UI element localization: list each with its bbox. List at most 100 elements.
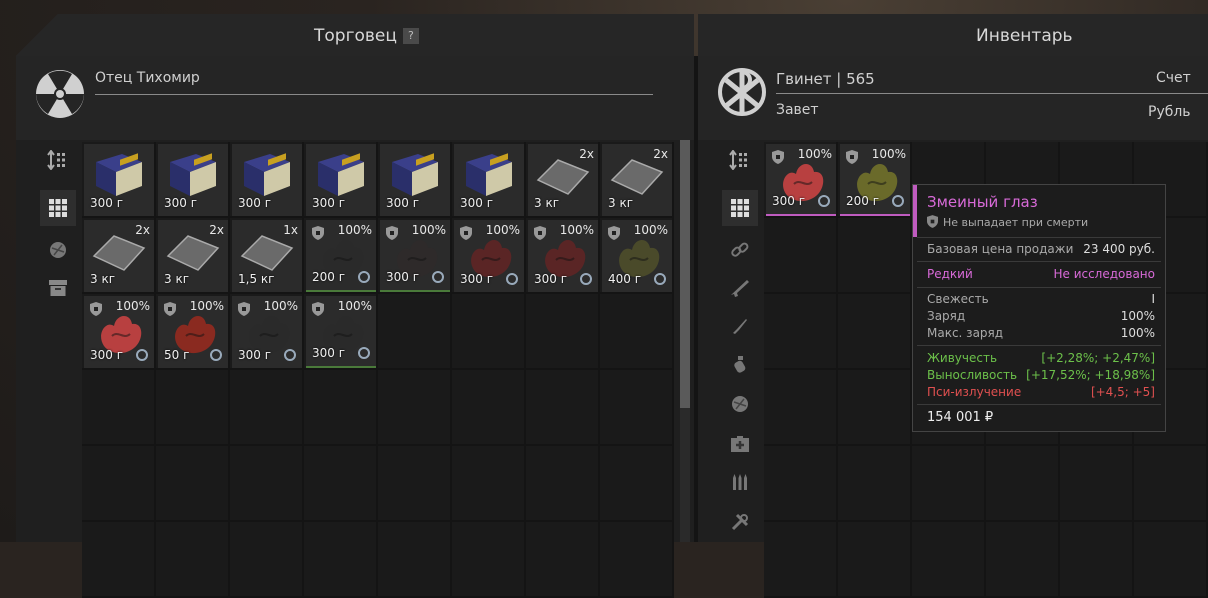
inventory-item[interactable]: 300 г [306, 144, 376, 216]
grid-cell[interactable] [304, 522, 378, 598]
tooltip-title: Змеиный глаз [927, 193, 1038, 211]
inv-tools-filter[interactable] [722, 504, 758, 540]
inventory-item[interactable]: 100% 200 г [840, 144, 910, 216]
inv-weapon-filter[interactable] [722, 270, 758, 306]
grid-cell[interactable] [230, 522, 304, 598]
help-button[interactable]: ? [402, 28, 419, 44]
grid-cell[interactable] [304, 446, 378, 522]
grid-cell[interactable] [378, 294, 452, 370]
charge-value: 100% [1120, 309, 1155, 323]
clock-icon [432, 271, 444, 283]
grid-cell[interactable] [764, 522, 838, 598]
grid-cell[interactable] [600, 370, 674, 446]
grid-cell[interactable] [1134, 522, 1208, 598]
inv-artifact-filter[interactable] [722, 386, 758, 422]
inv-link-filter[interactable] [722, 232, 758, 268]
grid-cell[interactable] [82, 446, 156, 522]
artifact-filter-button[interactable] [40, 232, 76, 268]
grid-cell[interactable] [1060, 522, 1134, 598]
inv-melee-filter[interactable] [722, 308, 758, 344]
trader-title: Торговец [314, 26, 397, 46]
grid-cell[interactable] [378, 446, 452, 522]
grid-cell[interactable] [526, 522, 600, 598]
inventory-item[interactable]: 300 г [380, 144, 450, 216]
inventory-item[interactable]: 100% 300 г [84, 296, 154, 368]
grid-cell[interactable] [1134, 446, 1208, 522]
stat-name: Пси-излучение [927, 385, 1022, 399]
grid-cell[interactable] [838, 218, 912, 294]
archive-button[interactable] [40, 270, 76, 306]
inventory-item[interactable]: 100% 300 г [232, 296, 302, 368]
grid-cell[interactable] [600, 446, 674, 522]
inventory-item[interactable]: 100% 300 г [766, 144, 836, 216]
grid-cell[interactable] [452, 522, 526, 598]
grid-cell[interactable] [230, 446, 304, 522]
item-weight: 200 г [312, 270, 346, 284]
grid-cell[interactable] [600, 522, 674, 598]
inventory-item[interactable]: 2x 3 кг [158, 220, 228, 292]
player-faction: Завет [776, 102, 819, 118]
inv-medical-filter[interactable] [722, 426, 758, 462]
inv-sort-button[interactable] [722, 142, 758, 178]
grid-cell[interactable] [526, 446, 600, 522]
grid-cell[interactable] [912, 522, 986, 598]
grid-cell[interactable] [838, 522, 912, 598]
grid-cell[interactable] [764, 218, 838, 294]
grid-cell[interactable] [986, 522, 1060, 598]
inv-ammo-filter[interactable] [722, 464, 758, 500]
inventory-item[interactable]: 100% 50 г [158, 296, 228, 368]
grid-cell[interactable] [452, 370, 526, 446]
grid-cell[interactable] [156, 370, 230, 446]
grid-cell[interactable] [156, 446, 230, 522]
inventory-item[interactable]: 100% 300 г [380, 220, 450, 292]
grid-cell[interactable] [764, 446, 838, 522]
clock-icon [136, 349, 148, 361]
inventory-item[interactable]: 100% 300 г [528, 220, 598, 292]
inventory-item[interactable]: 300 г [84, 144, 154, 216]
book-icon [392, 153, 438, 196]
grid-cell[interactable] [838, 370, 912, 446]
grid-cell[interactable] [526, 294, 600, 370]
shield-icon [238, 302, 250, 316]
grid-cell[interactable] [378, 522, 452, 598]
grid-cell[interactable] [156, 522, 230, 598]
grid-cell[interactable] [230, 370, 304, 446]
inventory-item[interactable]: 2x 3 кг [528, 144, 598, 216]
item-count: 100% [411, 223, 446, 237]
inventory-item[interactable]: 1x 1,5 кг [232, 220, 302, 292]
inventory-item[interactable]: 300 г [454, 144, 524, 216]
stat-row: Живучесть [+2,28%; +2,47%] [927, 351, 1155, 367]
grid-cell[interactable] [526, 370, 600, 446]
item-weight: 300 г [772, 194, 806, 208]
grid-cell[interactable] [986, 446, 1060, 522]
grid-cell[interactable] [912, 446, 986, 522]
grid-view-button[interactable] [40, 190, 76, 226]
inventory-item[interactable]: 100% 300 г [454, 220, 524, 292]
inventory-item[interactable]: 300 г [158, 144, 228, 216]
grid-cell[interactable] [838, 446, 912, 522]
inv-grenade-filter[interactable] [722, 346, 758, 382]
grid-cell[interactable] [304, 370, 378, 446]
item-weight: 300 г [90, 348, 124, 362]
inventory-item[interactable]: 2x 3 кг [84, 220, 154, 292]
grid-cell[interactable] [378, 370, 452, 446]
grid-cell[interactable] [82, 370, 156, 446]
grid-cell[interactable] [764, 370, 838, 446]
grid-cell[interactable] [1060, 446, 1134, 522]
inventory-item[interactable]: 100% 200 г [306, 220, 376, 292]
grid-cell[interactable] [838, 294, 912, 370]
grid-cell[interactable] [764, 294, 838, 370]
item-count: 2x [653, 147, 668, 161]
grid-cell[interactable] [452, 446, 526, 522]
grid-cell[interactable] [600, 294, 674, 370]
inventory-item[interactable]: 100% 300 г [306, 296, 376, 368]
grid-cell[interactable] [82, 522, 156, 598]
inventory-item[interactable]: 100% 400 г [602, 220, 672, 292]
sort-button[interactable] [40, 142, 76, 178]
item-weight: 1,5 кг [238, 272, 275, 286]
inv-grid-view-button[interactable] [722, 190, 758, 226]
grid-cell[interactable] [452, 294, 526, 370]
trader-scrollbar-thumb[interactable] [680, 140, 690, 408]
inventory-item[interactable]: 2x 3 кг [602, 144, 672, 216]
inventory-item[interactable]: 300 г [232, 144, 302, 216]
